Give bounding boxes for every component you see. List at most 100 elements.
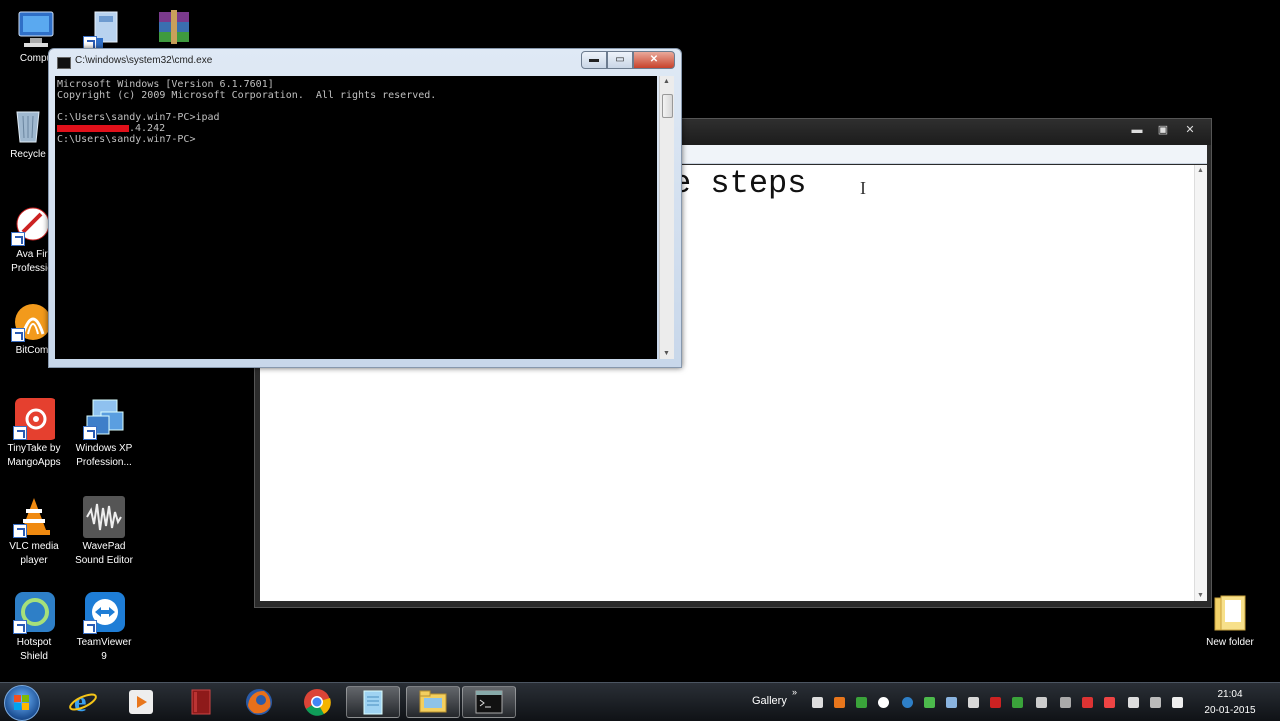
desktop-icon-label: TinyTake by MangoApps — [7, 443, 61, 468]
folder-icon — [1209, 592, 1251, 634]
chrome-icon — [304, 689, 331, 716]
desktop-icon-label: Windows XP Profession... — [75, 443, 133, 468]
desktop-icon-teamviewer[interactable]: TeamViewer 9 — [68, 592, 140, 664]
taskbar-media-player-button[interactable] — [114, 686, 168, 718]
toolbar-chevron[interactable]: » — [792, 687, 797, 697]
cmd-close-button[interactable]: ✕ — [633, 51, 675, 69]
cmd-window-title: C:\windows\system32\cmd.exe — [75, 55, 213, 66]
media-player-icon — [129, 690, 153, 714]
tinytake-icon — [13, 398, 57, 440]
shortcut-arrow-icon — [83, 620, 97, 634]
ava-firewall-icon — [11, 204, 53, 246]
taskbar-chrome-button[interactable] — [290, 686, 344, 718]
vlc-cone-icon — [13, 496, 55, 538]
taskbar-clock[interactable]: 21:04 20-01-2015 — [1190, 687, 1270, 719]
clock-date: 20-01-2015 — [1204, 705, 1256, 716]
tray-flag-icon[interactable] — [968, 697, 979, 708]
tray-security-icon[interactable] — [902, 697, 913, 708]
text-cursor-icon: I — [860, 178, 866, 198]
cmd-title-icon — [57, 57, 71, 69]
taskbar-ie-button[interactable]: e — [56, 686, 110, 718]
notepad-text: e steps — [672, 165, 807, 202]
start-button[interactable] — [4, 685, 40, 721]
cmd-console-output[interactable]: Microsoft Windows [Version 6.1.7601] Copy… — [55, 76, 657, 359]
redaction-bar — [57, 124, 129, 132]
shortcut-arrow-icon — [11, 328, 25, 342]
desktop-icon-network[interactable] — [68, 8, 140, 52]
clock-time: 21:04 — [1217, 689, 1243, 700]
taskbar-cmd-button[interactable] — [462, 686, 516, 718]
scroll-up-arrow-icon[interactable]: ▲ — [1197, 167, 1204, 174]
svg-text:e: e — [74, 687, 86, 717]
console-line: Microsoft Windows [Version 6.1.7601] — [57, 79, 274, 90]
scroll-thumb[interactable] — [662, 94, 673, 118]
taskbar: e Gallery » 21:04 20-01-2015 — [0, 682, 1280, 721]
book-icon — [191, 689, 211, 715]
tray-media-icon[interactable] — [834, 697, 845, 708]
toolbar-gallery-label[interactable]: Gallery — [752, 695, 787, 707]
notepad-maximize-button[interactable]: ▣ — [1151, 122, 1175, 138]
tray-clock-app-icon[interactable] — [878, 697, 889, 708]
shortcut-arrow-icon — [13, 620, 27, 634]
notepad-vertical-scrollbar[interactable]: ▲ ▼ — [1194, 165, 1207, 601]
desktop-icon-hotspot-shield[interactable]: Hotspot Shield — [0, 592, 70, 664]
desktop-icon-windows-xp[interactable]: Windows XP Profession... — [68, 398, 140, 470]
cmd-window[interactable]: C:\windows\system32\cmd.exe ▬ ▭ ✕ Micros… — [48, 48, 682, 368]
taskbar-explorer-button[interactable] — [406, 686, 460, 718]
tray-bluetooth-icon[interactable] — [1128, 697, 1139, 708]
computer-icon — [15, 8, 57, 50]
cmd-maximize-button[interactable]: ▭ — [607, 51, 633, 69]
cmd-window-controls: ▬ ▭ ✕ — [581, 51, 675, 69]
taskbar-book-button[interactable] — [174, 686, 228, 718]
tray-display-icon[interactable] — [1060, 697, 1071, 708]
console-line: Copyright (c) 2009 Microsoft Corporation… — [57, 90, 437, 101]
cmd-icon — [475, 690, 503, 714]
desktop-icon-wavepad[interactable]: WavePad Sound Editor — [68, 496, 140, 568]
tray-sync-icon[interactable] — [946, 697, 957, 708]
cmd-vertical-scrollbar[interactable]: ▲ ▼ — [659, 76, 674, 359]
console-line: C:\Users\sandy.win7-PC>ipad — [57, 112, 220, 123]
desktop-icon-label: New folder — [1206, 637, 1254, 648]
tray-shield-icon[interactable] — [1082, 697, 1093, 708]
console-line-redacted: .4.242 — [57, 123, 655, 134]
volume-icon[interactable] — [1172, 697, 1183, 708]
desktop-icon-label: WavePad Sound Editor — [75, 541, 133, 566]
shortcut-arrow-icon — [13, 426, 27, 440]
tray-monitor-icon[interactable] — [1150, 697, 1161, 708]
cmd-minimize-button[interactable]: ▬ — [581, 51, 607, 69]
desktop-icon-label: VLC media player — [9, 541, 59, 566]
hotspot-shield-icon — [13, 592, 55, 634]
shortcut-arrow-icon — [13, 524, 27, 538]
desktop-icon-vlc[interactable]: VLC media player — [0, 496, 70, 568]
notepad-minimize-button[interactable]: ▬ — [1125, 122, 1149, 138]
desktop-icon-label: TeamViewer 9 — [76, 637, 132, 662]
scroll-down-arrow-icon[interactable]: ▼ — [663, 350, 670, 357]
desktop-icon-tinytake[interactable]: TinyTake by MangoApps — [0, 398, 70, 470]
console-prompt: C:\Users\sandy.win7-PC> — [57, 134, 196, 145]
redacted-suffix: .4.242 — [129, 123, 166, 134]
windows-xp-mode-icon — [83, 398, 125, 440]
tray-download-icon[interactable] — [856, 697, 867, 708]
notepad-close-button[interactable]: ✕ — [1175, 122, 1205, 138]
taskbar-firefox-button[interactable] — [232, 686, 286, 718]
tray-app-icon[interactable] — [812, 697, 823, 708]
teamviewer-icon — [83, 592, 125, 634]
tray-action-center-icon[interactable] — [1036, 697, 1047, 708]
recycle-bin-icon — [7, 104, 49, 146]
scroll-down-arrow-icon[interactable]: ▼ — [1197, 592, 1204, 599]
taskbar-notepad-button[interactable] — [346, 686, 400, 718]
wavepad-icon — [83, 496, 125, 538]
bitcomet-icon — [11, 300, 53, 342]
tray-pdf-icon[interactable] — [1104, 697, 1115, 708]
network-icon — [83, 8, 125, 50]
tray-power-icon[interactable] — [1012, 697, 1023, 708]
ie-icon: e — [69, 687, 97, 717]
shortcut-arrow-icon — [83, 426, 97, 440]
notepad-icon — [363, 690, 383, 715]
tray-network-app-icon[interactable] — [924, 697, 935, 708]
explorer-folder-icon — [419, 690, 447, 713]
tray-arrow-icon[interactable] — [990, 697, 1001, 708]
scroll-up-arrow-icon[interactable]: ▲ — [663, 78, 670, 85]
desktop-icon-winrar[interactable] — [138, 8, 210, 52]
